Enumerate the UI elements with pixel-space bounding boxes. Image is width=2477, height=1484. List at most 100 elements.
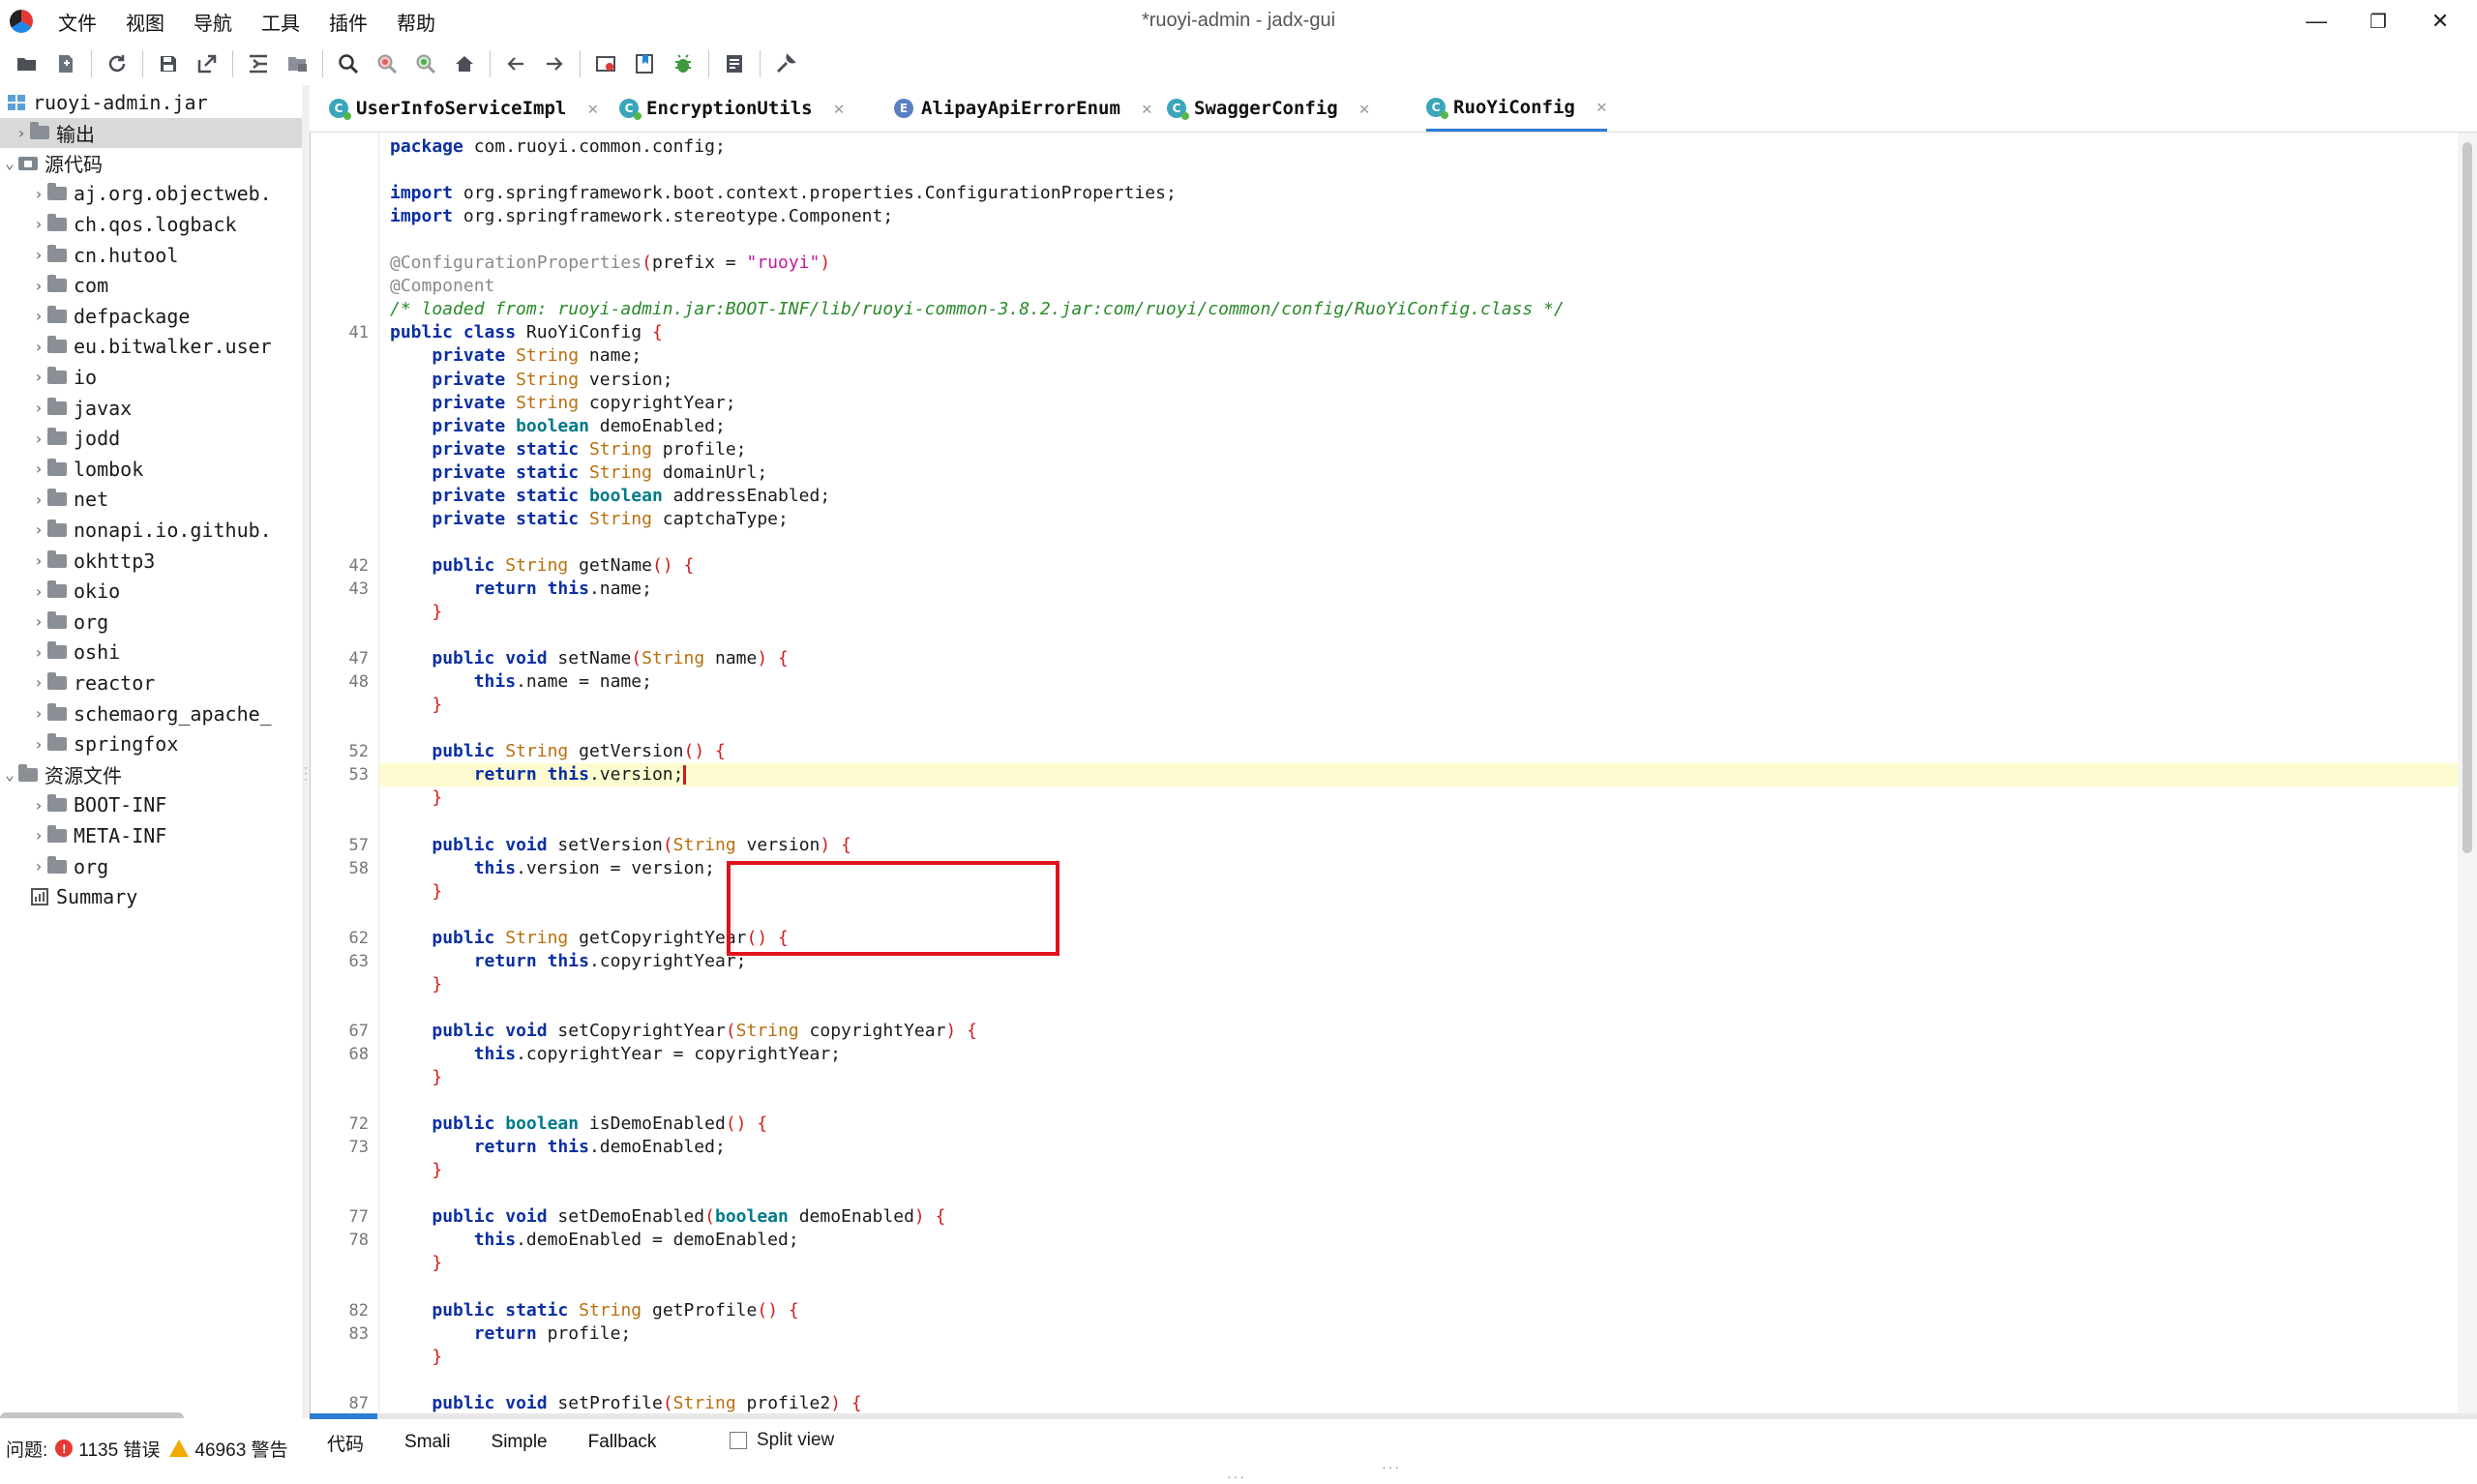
tree-item[interactable]: › META-INF [0,820,302,850]
code-line[interactable]: public boolean isDemoEnabled() { [390,1113,767,1136]
chevron-right-icon[interactable]: › [31,338,46,356]
code-line[interactable]: } [390,694,442,717]
chevron-right-icon[interactable]: › [31,643,46,662]
tab-encryptionutils[interactable]: C EncryptionUtils ✕ [619,85,844,132]
preferences-icon[interactable] [766,46,805,81]
tree-item[interactable]: › net [0,485,302,515]
tree-root-row[interactable]: ruoyi-admin.jar [0,87,302,117]
menu-file[interactable]: 文件 [58,8,97,36]
tab-alipayapierrorenum[interactable]: E AlipayApiErrorEnum ✕ [894,85,1152,132]
tree-item[interactable]: › org [0,607,302,637]
tree-item[interactable]: › reactor [0,668,302,697]
tab-swaggerconfig[interactable]: C SwaggerConfig ✕ [1167,85,1370,132]
chevron-right-icon[interactable]: › [31,551,46,570]
tree-item[interactable]: › ch.qos.logback [0,209,302,239]
code-line[interactable]: public class RuoYiConfig { [390,321,663,344]
back-icon[interactable] [496,46,535,81]
code-line[interactable]: private static boolean addressEnabled; [390,485,830,508]
code-area[interactable]: package com.ruoyi.common.config; import o… [378,133,2459,1413]
code-editor[interactable]: 41 42 43 47 48 52 53 57 58 62 63 67 68 72 73 77 78 82 83 87… [310,133,2459,1413]
code-line[interactable]: } [390,787,442,810]
code-line[interactable]: @Component [390,275,494,298]
menu-view[interactable]: 视图 [126,8,164,36]
menu-plugins[interactable]: 插件 [329,8,368,36]
search-icon[interactable] [329,46,368,81]
chevron-down-icon[interactable]: ⌄ [2,765,17,784]
code-line[interactable]: this.copyrightYear = copyrightYear; [390,1043,841,1066]
chevron-right-icon[interactable]: › [31,430,46,448]
chevron-right-icon[interactable]: › [31,857,46,876]
chevron-right-icon[interactable]: › [31,307,46,325]
code-line[interactable]: } [390,1252,442,1275]
tab-userinfoserviceimpl[interactable]: C UserInfoServiceImpl ✕ [329,85,598,132]
editor-vertical-scrollbar[interactable] [2458,133,2477,1413]
flatten-packages-icon[interactable] [278,46,316,81]
menu-tools[interactable]: 工具 [261,8,300,36]
minimize-button[interactable]: — [2285,0,2347,43]
code-line[interactable]: return this.copyrightYear; [390,950,747,973]
code-line[interactable]: } [390,973,442,996]
tree-item[interactable]: › lombok [0,454,302,484]
tab-ruoyiconfig[interactable]: C RuoYiConfig ✕ [1426,85,1607,132]
code-line[interactable]: public void setVersion(String version) { [390,834,851,857]
split-view-checkbox[interactable] [730,1432,747,1449]
tree-item[interactable]: › BOOT-INF [0,790,302,820]
problems-status[interactable]: 问题: ! 1135 错误 46963 警告 [0,1418,302,1478]
chevron-right-icon[interactable]: › [31,490,46,509]
code-line[interactable]: public String getVersion() { [390,740,726,763]
code-line[interactable]: import org.springframework.boot.context.… [390,182,1177,205]
tree-item[interactable]: › nonapi.io.github. [0,515,302,545]
code-line[interactable]: this.name = name; [390,670,652,694]
project-tree[interactable]: ruoyi-admin.jar › 输出 ⌄ 源代码 › aj.org.objectweb.… [0,85,303,1418]
tree-item[interactable]: › jodd [0,424,302,454]
code-line[interactable]: private String copyrightYear; [390,392,735,415]
tree-item[interactable]: › okhttp3 [0,546,302,576]
code-line[interactable]: public void setDemoEnabled(boolean demoE… [390,1205,945,1229]
tab-close-icon[interactable]: ✕ [1359,99,1370,119]
code-line[interactable]: this.demoEnabled = demoEnabled; [390,1229,799,1252]
tree-item[interactable]: › oshi [0,638,302,668]
code-line[interactable]: private static String profile; [390,438,746,461]
code-line[interactable]: public void setProfile(String profile2) … [390,1392,861,1413]
tab-code[interactable]: 代码 [327,1430,364,1456]
chevron-right-icon[interactable]: › [31,399,46,417]
chevron-right-icon[interactable]: › [31,185,46,203]
tree-item[interactable]: › cn.hutool [0,240,302,270]
maximize-button[interactable]: ❐ [2347,0,2409,43]
chevron-right-icon[interactable]: › [31,520,46,539]
chevron-right-icon[interactable]: › [31,582,46,601]
quark-icon[interactable] [586,46,625,81]
chevron-right-icon[interactable]: › [31,826,46,845]
code-line[interactable]: private static String domainUrl; [390,461,767,485]
chevron-right-icon[interactable]: › [31,215,46,233]
find-usage-icon[interactable] [368,46,406,81]
chevron-down-icon[interactable]: ⌄ [2,154,17,172]
panel-splitter[interactable] [302,85,310,1418]
save-all-icon[interactable] [149,46,188,81]
scrollbar-thumb[interactable] [2462,142,2472,853]
tree-item[interactable]: › 输出 [0,117,302,148]
code-line[interactable]: public void setName(String name) { [390,647,789,670]
tree-item[interactable]: › aj.org.objectweb. [0,179,302,209]
split-view-toggle[interactable]: Split view [730,1430,834,1451]
code-line[interactable]: private String version; [390,369,672,392]
code-line[interactable]: import org.springframework.stereotype.Co… [390,205,893,228]
menu-navigation[interactable]: 导航 [194,8,232,36]
code-line[interactable]: } [390,1159,442,1182]
code-line[interactable]: private static String captchaType; [390,508,789,531]
code-line[interactable]: @ConfigurationProperties(prefix = "ruoyi… [390,252,830,275]
tree-item[interactable]: › okio [0,577,302,607]
tab-close-icon[interactable]: ✕ [834,99,845,119]
tree-item[interactable]: › eu.bitwalker.user [0,332,302,362]
chevron-right-icon[interactable]: › [31,460,46,478]
code-line[interactable]: public void setCopyrightYear(String copy… [390,1020,977,1043]
tree-item[interactable]: ⌄ 源代码 [0,148,302,178]
tree-item[interactable]: › springfox [0,729,302,759]
tree-item[interactable]: Summary [0,882,302,912]
open-folder-icon[interactable] [8,46,46,81]
tab-close-icon[interactable]: ✕ [587,99,598,119]
close-button[interactable]: ✕ [2409,0,2471,43]
forward-icon[interactable] [535,46,574,81]
tab-close-icon[interactable]: ✕ [1597,97,1607,117]
tab-simple[interactable]: Simple [492,1432,548,1453]
